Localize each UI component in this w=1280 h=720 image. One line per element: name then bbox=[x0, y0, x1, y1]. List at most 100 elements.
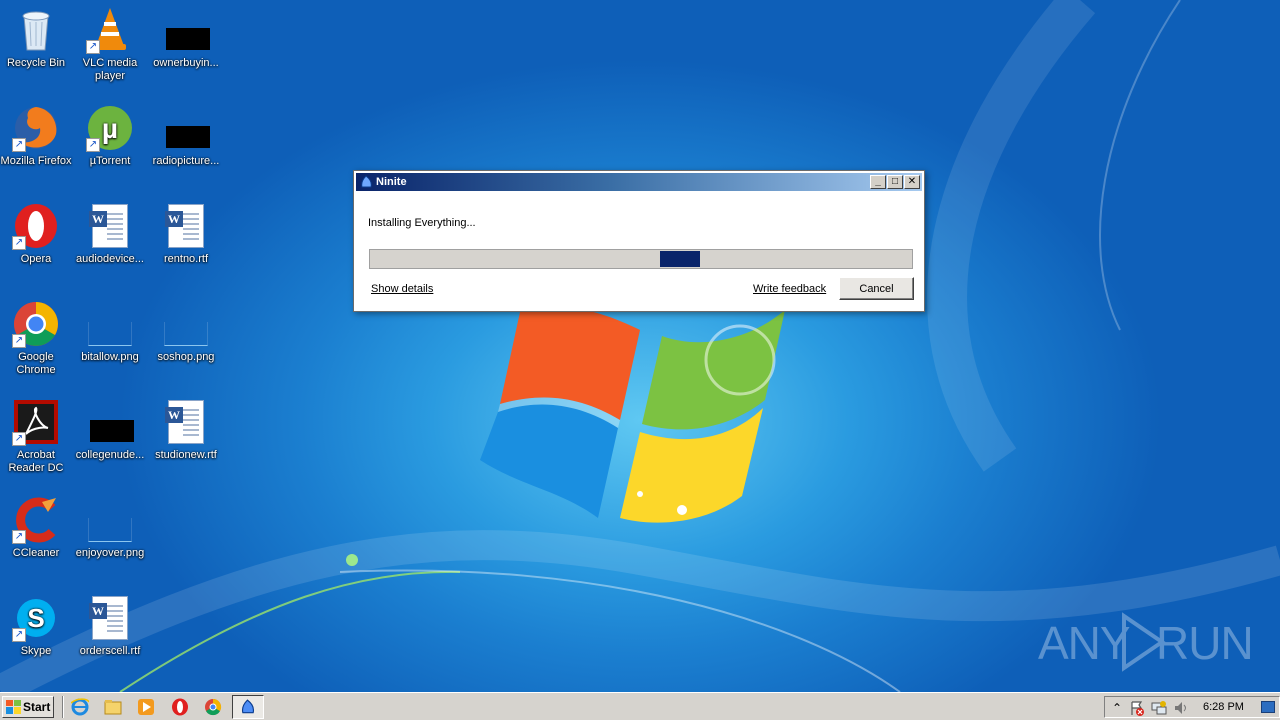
png-image-icon bbox=[162, 300, 210, 348]
desktop-icon-label: studionew.rtf bbox=[155, 449, 217, 461]
maximize-button[interactable]: □ bbox=[887, 175, 903, 189]
redacted-file-icon bbox=[86, 398, 134, 446]
taskbar-separator bbox=[62, 696, 64, 718]
desktop-icon-label: Google Chrome bbox=[16, 351, 56, 376]
desktop-icon-label: audiodevice... bbox=[76, 253, 144, 265]
install-status-text: Installing Everything... bbox=[368, 217, 476, 229]
chrome-icon: ↗ bbox=[12, 300, 60, 348]
desktop: Recycle Bin ↗ Mozilla Firefox ↗ Opera ↗ … bbox=[0, 0, 1280, 692]
start-button[interactable]: Start bbox=[2, 696, 54, 718]
anyrun-watermark: ANY RUN bbox=[1038, 608, 1254, 674]
png-image-icon bbox=[86, 496, 134, 544]
desktop-icon-bitallow[interactable]: bitallow.png bbox=[72, 300, 148, 364]
svg-text:S: S bbox=[27, 603, 44, 633]
utorrent-icon: µ ↗ bbox=[86, 104, 134, 152]
desktop-icon-label: VLC media player bbox=[82, 57, 138, 82]
windows-logo bbox=[480, 306, 785, 523]
desktop-icon-ownerbuyin[interactable]: ownerbuyin... bbox=[148, 6, 224, 70]
desktop-icon-label: collegenude... bbox=[75, 449, 145, 461]
shortcut-arrow-icon: ↗ bbox=[12, 236, 26, 250]
network-icon[interactable] bbox=[1151, 700, 1167, 716]
clock[interactable]: 6:28 PM bbox=[1203, 701, 1244, 713]
desktop-icon-radiopicture[interactable]: radiopicture... bbox=[148, 104, 224, 168]
close-button[interactable]: ✕ bbox=[904, 175, 920, 189]
opera-icon: ↗ bbox=[12, 202, 60, 250]
word-document-icon: W bbox=[162, 202, 210, 250]
media-player-icon[interactable] bbox=[137, 698, 155, 716]
shortcut-arrow-icon: ↗ bbox=[12, 530, 26, 544]
desktop-icon-label: bitallow.png bbox=[81, 351, 139, 363]
vlc-icon: ↗ bbox=[86, 6, 134, 54]
word-document-icon: W bbox=[162, 398, 210, 446]
watermark-right-text: RUN bbox=[1156, 617, 1254, 669]
desktop-icon-skype[interactable]: S ↗ Skype bbox=[0, 594, 74, 658]
shortcut-arrow-icon: ↗ bbox=[12, 334, 26, 348]
shortcut-arrow-icon: ↗ bbox=[86, 138, 100, 152]
explorer-icon[interactable] bbox=[104, 698, 122, 716]
window-titlebar[interactable]: Ninite _ □ ✕ bbox=[356, 173, 922, 191]
desktop-icon-ccleaner[interactable]: ↗ CCleaner bbox=[0, 496, 74, 560]
desktop-icon-collegenude[interactable]: collegenude... bbox=[72, 398, 148, 462]
show-details-link[interactable]: Show details bbox=[371, 283, 433, 295]
redacted-file-icon bbox=[162, 6, 210, 54]
desktop-icon-label: orderscell.rtf bbox=[79, 645, 141, 657]
firefox-icon: ↗ bbox=[12, 104, 60, 152]
desktop-icon-label: Mozilla Firefox bbox=[0, 155, 72, 167]
minimize-button[interactable]: _ bbox=[870, 175, 886, 189]
desktop-icon-label: µTorrent bbox=[89, 155, 131, 167]
desktop-icon-label: radiopicture... bbox=[152, 155, 220, 167]
desktop-icon-label: Skype bbox=[20, 645, 52, 657]
desktop-icon-audiodevice[interactable]: W audiodevice... bbox=[72, 202, 148, 266]
chrome-taskbar-icon[interactable] bbox=[204, 698, 222, 716]
acrobat-icon: ↗ bbox=[12, 398, 60, 446]
redacted-file-icon bbox=[162, 104, 210, 152]
taskbar-button-ninite[interactable] bbox=[232, 695, 264, 719]
window-title: Ninite bbox=[376, 176, 407, 188]
install-progress-bar bbox=[369, 249, 913, 269]
desktop-icon-soshop[interactable]: soshop.png bbox=[148, 300, 224, 364]
desktop-icon-enjoyover[interactable]: enjoyover.png bbox=[72, 496, 148, 560]
taskbar: Start ⌃ 6:28 PM bbox=[0, 692, 1280, 720]
skype-icon: S ↗ bbox=[12, 594, 60, 642]
desktop-icon-opera[interactable]: ↗ Opera bbox=[0, 202, 74, 266]
shortcut-arrow-icon: ↗ bbox=[86, 40, 100, 54]
desktop-icon-label: rentno.rtf bbox=[163, 253, 209, 265]
ninite-window[interactable]: Ninite _ □ ✕ Installing Everything... Sh… bbox=[353, 170, 925, 312]
desktop-icon-label: soshop.png bbox=[157, 351, 215, 363]
volume-icon[interactable] bbox=[1173, 700, 1189, 716]
word-document-icon: W bbox=[86, 594, 134, 642]
watermark-left-text: ANY bbox=[1038, 617, 1131, 669]
cancel-button[interactable]: Cancel bbox=[839, 277, 914, 300]
recycle-bin-icon bbox=[12, 6, 60, 54]
desktop-icon-rentno[interactable]: W rentno.rtf bbox=[148, 202, 224, 266]
desktop-icon-vlc[interactable]: ↗ VLC media player bbox=[72, 6, 148, 83]
window-body: Installing Everything... Show details Wr… bbox=[356, 191, 922, 309]
shortcut-arrow-icon: ↗ bbox=[12, 628, 26, 642]
progress-marquee bbox=[660, 251, 700, 267]
desktop-icon-firefox[interactable]: ↗ Mozilla Firefox bbox=[0, 104, 74, 168]
shortcut-arrow-icon: ↗ bbox=[12, 138, 26, 152]
desktop-icon-orderscell[interactable]: W orderscell.rtf bbox=[72, 594, 148, 658]
desktop-icon-chrome[interactable]: ↗ Google Chrome bbox=[0, 300, 74, 377]
opera-taskbar-icon[interactable] bbox=[171, 698, 189, 716]
desktop-icon-label: Acrobat Reader DC bbox=[8, 449, 64, 474]
windows-start-icon bbox=[6, 700, 21, 714]
desktop-icon-recycle-bin[interactable]: Recycle Bin bbox=[0, 6, 74, 70]
ccleaner-icon: ↗ bbox=[12, 496, 60, 544]
ninite-icon bbox=[361, 175, 372, 188]
ie-icon[interactable] bbox=[71, 698, 89, 716]
shortcut-arrow-icon: ↗ bbox=[12, 432, 26, 446]
desktop-icon-utorrent[interactable]: µ ↗ µTorrent bbox=[72, 104, 148, 168]
show-desktop-icon[interactable] bbox=[1261, 701, 1275, 713]
desktop-icon-label: Recycle Bin bbox=[6, 57, 66, 69]
desktop-icon-label: ownerbuyin... bbox=[153, 57, 219, 69]
action-center-flag-icon[interactable] bbox=[1129, 700, 1145, 716]
desktop-icon-studionew[interactable]: W studionew.rtf bbox=[148, 398, 224, 462]
system-tray: ⌃ 6:28 PM bbox=[1104, 696, 1280, 718]
start-label: Start bbox=[23, 700, 51, 714]
svg-text:µ: µ bbox=[102, 113, 118, 144]
show-hidden-icons-icon[interactable]: ⌃ bbox=[1109, 700, 1125, 716]
write-feedback-link[interactable]: Write feedback bbox=[753, 283, 826, 295]
ninite-taskbar-icon bbox=[242, 699, 254, 714]
desktop-icon-acrobat[interactable]: ↗ Acrobat Reader DC bbox=[0, 398, 74, 475]
